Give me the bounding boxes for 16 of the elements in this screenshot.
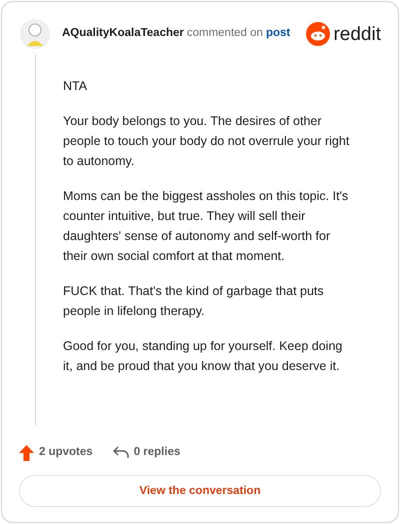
- comment-paragraph: FUCK that. That's the kind of garbage that puts people in lifelong therapy.: [63, 283, 325, 320]
- upvote-arrow-icon[interactable]: [19, 444, 34, 461]
- alien-logo-icon: [306, 22, 330, 46]
- comment-paragraph: Moms can be the biggest assholes on this topic. It's counter intuitive, but true. They will sell their daughters' sense of autonomy and self-worth for their own social comfort at that moment.: [63, 188, 350, 265]
- post-link[interactable]: post: [266, 25, 290, 43]
- comment-paragraph: Your body belongs to you. The desires of other people to touch your body do not overrule your right to autonomy.: [63, 113, 350, 170]
- reply-arrow-icon[interactable]: [112, 446, 129, 460]
- upvote-count: 2 upvotes: [39, 445, 93, 460]
- reply-count: 0 replies: [134, 445, 180, 460]
- comment-paragraph: Good for you, standing up for yourself. Keep doing it, and be proud that you know that you deserve it.: [63, 338, 344, 375]
- brand-wordmark: reddit: [333, 24, 381, 44]
- avatar-icon: [19, 18, 51, 50]
- comment-paragraph: NTA: [63, 78, 88, 95]
- view-conversation-button[interactable]: View the conversation: [19, 475, 381, 508]
- username[interactable]: AQualityKoalaTeacher: [62, 25, 184, 43]
- action-text: commented on: [186, 26, 263, 42]
